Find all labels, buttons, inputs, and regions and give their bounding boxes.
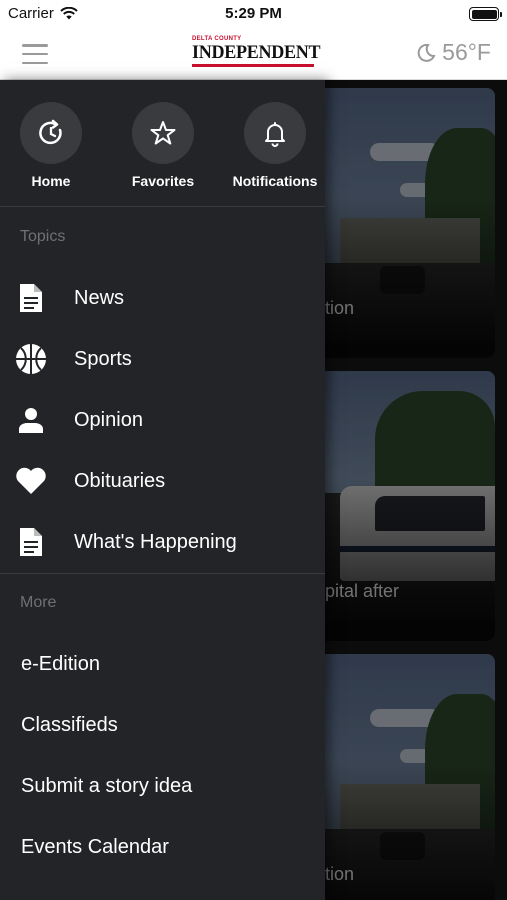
status-bar: Carrier 5:29 PM xyxy=(0,0,507,28)
home-icon-circle xyxy=(20,102,82,164)
weather-widget[interactable]: 56°F xyxy=(416,39,491,66)
moon-icon xyxy=(417,43,436,62)
battery-icon xyxy=(469,7,502,21)
topic-whats-happening[interactable]: What's Happening xyxy=(0,514,325,570)
topic-obituaries[interactable]: Obituaries xyxy=(0,453,325,509)
person-icon xyxy=(19,408,43,433)
logo-underline xyxy=(192,64,314,67)
more-item-events-calendar[interactable]: Events Calendar xyxy=(21,836,169,859)
more-item-submit-story[interactable]: Submit a story idea xyxy=(21,775,192,798)
app-header: DELTA COUNTY INDEPENDENT 56°F xyxy=(0,28,507,80)
more-item-classifieds[interactable]: Classifieds xyxy=(21,714,118,737)
home-label: Home xyxy=(31,173,71,189)
more-item-e-edition[interactable]: e-Edition xyxy=(21,653,100,676)
favorites-label: Favorites xyxy=(131,173,195,189)
topics-heading: Topics xyxy=(20,228,66,245)
favorites-icon-circle xyxy=(132,102,194,164)
bell-icon xyxy=(265,122,285,147)
star-icon xyxy=(150,121,176,145)
clock: 5:29 PM xyxy=(225,5,282,22)
quick-links: Home Favorites Notifications xyxy=(0,80,325,207)
navigation-drawer: Home Favorites Notifications Topics News… xyxy=(0,80,325,900)
document-icon xyxy=(20,284,42,312)
topic-opinion[interactable]: Opinion xyxy=(0,392,325,448)
notifications-button[interactable]: Notifications xyxy=(220,102,330,189)
topic-obituaries-label: Obituaries xyxy=(74,469,166,492)
temperature: 56°F xyxy=(442,39,491,65)
topic-news[interactable]: News xyxy=(0,270,325,326)
section-divider xyxy=(0,573,325,574)
notifications-icon-circle xyxy=(244,102,306,164)
favorites-button[interactable]: Favorites xyxy=(108,102,218,189)
home-button[interactable]: Home xyxy=(0,102,106,189)
topic-news-label: News xyxy=(74,286,125,309)
topic-whats-happening-label: What's Happening xyxy=(74,530,237,553)
home-refresh-icon xyxy=(39,119,62,145)
basketball-icon xyxy=(16,344,46,374)
heart-icon xyxy=(16,467,46,494)
logo-title: INDEPENDENT xyxy=(192,42,321,63)
publication-logo[interactable]: DELTA COUNTY INDEPENDENT xyxy=(192,36,321,74)
topic-sports-label: Sports xyxy=(74,347,132,370)
document-icon xyxy=(20,528,42,556)
topic-sports[interactable]: Sports xyxy=(0,331,325,387)
hamburger-icon[interactable] xyxy=(22,44,48,64)
topic-opinion-label: Opinion xyxy=(74,408,143,431)
more-heading: More xyxy=(20,594,57,611)
notifications-label: Notifications xyxy=(232,173,318,189)
